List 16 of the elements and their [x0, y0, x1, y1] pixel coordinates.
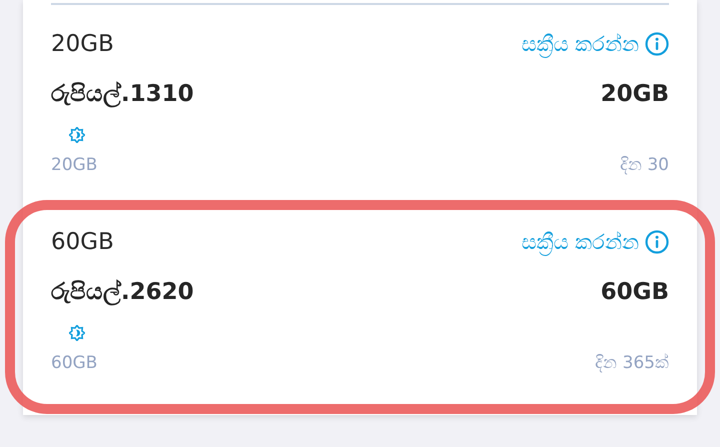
data-note: 20GB — [51, 154, 98, 176]
validity: දින 365ක් — [595, 352, 669, 374]
badge-icon — [69, 325, 85, 341]
data-amount: 60GB — [600, 278, 669, 307]
plan-name: 60GB — [51, 228, 114, 257]
plan-name: 20GB — [51, 30, 114, 59]
price: රුපියල්.2620 — [51, 278, 194, 308]
price: රුපියල්.1310 — [51, 80, 194, 110]
info-icon — [645, 230, 669, 254]
validity: දින 30 — [620, 154, 669, 176]
activate-link[interactable]: සක්‍රීය කරන්න — [521, 224, 669, 260]
badge-icon — [69, 127, 85, 143]
info-icon — [645, 32, 669, 56]
activate-link[interactable]: සක්‍රීය කරන්න — [521, 26, 669, 62]
data-amount: 20GB — [600, 80, 669, 109]
data-note: 60GB — [51, 352, 98, 374]
